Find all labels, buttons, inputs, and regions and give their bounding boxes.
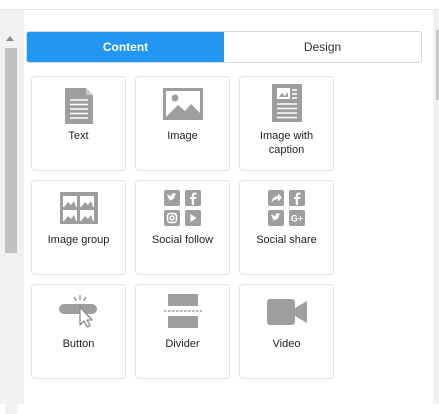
left-scrollbar[interactable] xyxy=(0,10,24,414)
panel-tabs: Content Design xyxy=(26,31,422,63)
button-click-icon xyxy=(32,293,125,329)
block-social-share[interactable]: G+ Social share xyxy=(239,180,334,275)
image-group-icon xyxy=(32,191,125,225)
block-image-with-caption-label: Image with caption xyxy=(259,130,314,156)
video-camera-icon xyxy=(240,297,333,327)
block-text-label: Text xyxy=(68,130,89,142)
block-divider[interactable]: Divider xyxy=(135,284,230,379)
block-divider-label: Divider xyxy=(165,338,200,350)
block-video-label: Video xyxy=(272,338,301,350)
block-button[interactable]: Button xyxy=(31,284,126,379)
divider-icon xyxy=(136,293,229,329)
scrollbar-thumb[interactable] xyxy=(5,48,17,253)
block-text[interactable]: Text xyxy=(31,76,126,171)
text-doc-icon xyxy=(32,87,125,125)
block-image[interactable]: Image xyxy=(135,76,230,171)
block-social-follow[interactable]: Social follow xyxy=(135,180,230,275)
social-follow-icon xyxy=(136,189,229,227)
image-icon xyxy=(136,87,229,121)
block-image-label: Image xyxy=(167,130,198,142)
block-video[interactable]: Video xyxy=(239,284,334,379)
content-blocks-panel: Content Design Text Image Image with cap… xyxy=(24,10,433,404)
block-image-with-caption[interactable]: Image with caption xyxy=(239,76,334,171)
block-button-label: Button xyxy=(62,338,95,350)
block-social-share-label: Social share xyxy=(256,234,317,246)
image-caption-icon xyxy=(240,83,333,123)
scrollbar-track[interactable] xyxy=(5,48,17,414)
tab-content[interactable]: Content xyxy=(27,32,224,62)
block-image-group-label: Image group xyxy=(47,234,110,246)
tab-design[interactable]: Design xyxy=(224,32,421,62)
svg-text:G+: G+ xyxy=(290,214,302,224)
block-image-group[interactable]: Image group xyxy=(31,180,126,275)
social-share-icon: G+ xyxy=(240,189,333,227)
block-social-follow-label: Social follow xyxy=(151,234,214,246)
scroll-up-arrow-icon[interactable] xyxy=(6,36,14,41)
